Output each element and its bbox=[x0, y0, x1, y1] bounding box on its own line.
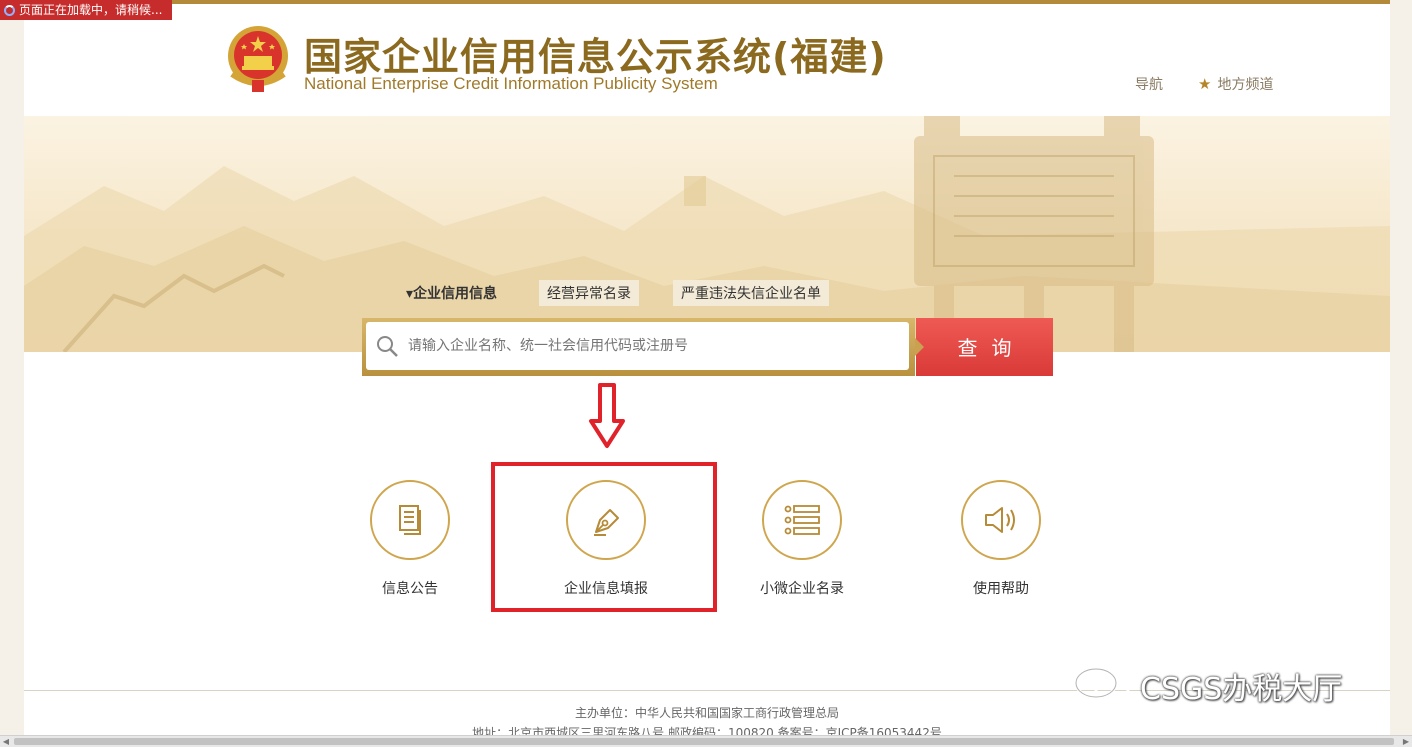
site-title: 国家企业信用信息公示系统(福建) bbox=[304, 35, 887, 79]
loading-indicator: 页面正在加载中，请稍候... bbox=[0, 0, 173, 20]
feature-info-announcement[interactable]: 信息公告 bbox=[330, 480, 490, 598]
feature-circle bbox=[762, 480, 842, 560]
search-icon bbox=[377, 336, 398, 357]
search-tabs: ▾企业信用信息 经营异常名录 严重违法失信企业名单 bbox=[406, 280, 863, 306]
document-icon bbox=[399, 505, 421, 535]
site-subtitle-en: National Enterprise Credit Information P… bbox=[304, 74, 718, 93]
hero-banner bbox=[24, 116, 1390, 352]
nav-guide-link[interactable]: 导航 bbox=[1135, 74, 1163, 94]
feature-label: 使用帮助 bbox=[973, 581, 1029, 597]
feature-label: 信息公告 bbox=[382, 581, 438, 597]
wechat-icon bbox=[1074, 667, 1130, 704]
page-container: 国家企业信用信息公示系统(福建) National Enterprise Cre… bbox=[24, 0, 1390, 747]
feature-circle bbox=[370, 480, 450, 560]
tab-abnormal-list[interactable]: 经营异常名录 bbox=[539, 280, 640, 306]
horizontal-scrollbar[interactable]: ◀ ▶ bbox=[0, 735, 1412, 747]
feature-help[interactable]: 使用帮助 bbox=[921, 480, 1081, 598]
scroll-right-icon[interactable]: ▶ bbox=[1400, 736, 1412, 747]
tab-enterprise-credit[interactable]: ▾企业信用信息 bbox=[406, 280, 505, 306]
search-button[interactable]: 查询 bbox=[915, 318, 1053, 376]
banner-illustration bbox=[24, 116, 1390, 352]
feature-circle bbox=[961, 480, 1041, 560]
highlight-box-annotation bbox=[491, 462, 717, 612]
speaker-icon bbox=[985, 507, 1015, 533]
loading-spinner-icon bbox=[4, 4, 15, 16]
list-icon bbox=[784, 505, 820, 535]
nav-local-channel-link[interactable]: ★ 地方频道 bbox=[1198, 74, 1273, 94]
search-inner bbox=[366, 322, 909, 370]
tab-serious-violation-list[interactable]: 严重违法失信企业名单 bbox=[673, 280, 830, 306]
star-icon: ★ bbox=[1198, 75, 1212, 93]
loading-text: 页面正在加载中，请稍候... bbox=[19, 3, 163, 17]
scroll-left-icon[interactable]: ◀ bbox=[0, 736, 12, 747]
watermark: CSGS办税大厅 bbox=[1074, 664, 1342, 708]
nav-local-label: 地方频道 bbox=[1217, 77, 1274, 93]
search-box bbox=[362, 318, 915, 376]
feature-small-micro-list[interactable]: 小微企业名录 bbox=[722, 480, 882, 598]
down-arrow-icon bbox=[589, 383, 625, 448]
feature-label: 小微企业名录 bbox=[760, 581, 844, 597]
watermark-text: CSGS办税大厅 bbox=[1140, 672, 1343, 707]
national-emblem-icon bbox=[228, 26, 288, 92]
scrollbar-thumb[interactable] bbox=[14, 738, 1394, 745]
search-input[interactable] bbox=[406, 337, 890, 355]
top-accent-line bbox=[24, 0, 1390, 4]
